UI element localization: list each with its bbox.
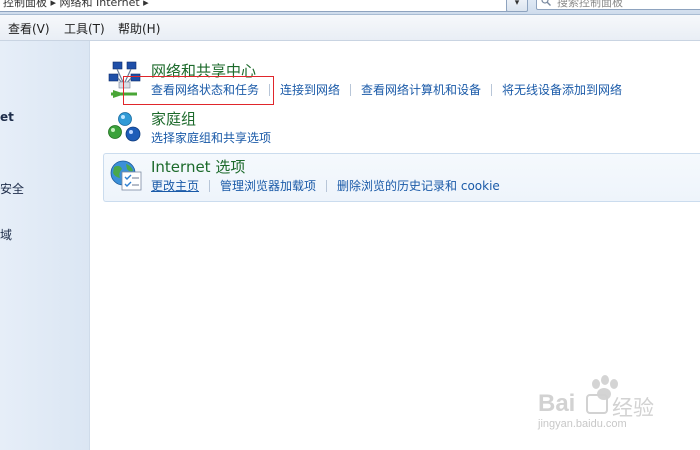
homegroup-icon xyxy=(108,112,141,142)
link-separator xyxy=(209,180,211,192)
annotation-highlight-box xyxy=(123,76,274,105)
menu-bar: 查看(V) 工具(T) 帮助(H) xyxy=(0,15,700,41)
link-homegroup-sharing-options[interactable]: 选择家庭组和共享选项 xyxy=(151,131,271,145)
link-separator xyxy=(350,84,352,96)
address-dropdown-button[interactable]: ▾ xyxy=(506,0,528,12)
search-input[interactable]: 搜索控制面板 xyxy=(536,0,700,10)
baidu-watermark: Bai 经验 jingyan.baidu.com xyxy=(538,374,662,434)
homegroup-title[interactable]: 家庭组 xyxy=(151,108,196,129)
watermark-url: jingyan.baidu.com xyxy=(538,418,627,430)
link-separator xyxy=(326,180,328,192)
link-separator xyxy=(491,84,493,96)
link-view-network-computers[interactable]: 查看网络计算机和设备 xyxy=(361,83,481,97)
internet-options-links: 更改主页 管理浏览器加载项 删除浏览的历史记录和 cookie xyxy=(151,177,500,194)
menu-view[interactable]: 查看(V) xyxy=(8,20,50,37)
watermark-du xyxy=(586,394,608,414)
nav-item-domain[interactable]: 域 xyxy=(0,226,12,243)
link-change-homepage[interactable]: 更改主页 xyxy=(151,179,199,193)
watermark-brand: Bai xyxy=(538,390,576,417)
internet-options-title[interactable]: Internet 选项 xyxy=(151,156,245,177)
menu-tools[interactable]: 工具(T) xyxy=(64,20,105,37)
menu-help[interactable]: 帮助(H) xyxy=(118,20,160,37)
link-manage-addons[interactable]: 管理浏览器加载项 xyxy=(220,179,316,193)
nav-item-security[interactable]: 安全 xyxy=(0,180,24,197)
search-icon xyxy=(541,0,551,6)
link-connect-to-network[interactable]: 连接到网络 xyxy=(280,83,340,97)
internet-options-icon xyxy=(110,160,142,191)
left-nav-pane: et 安全 域 xyxy=(0,41,90,450)
address-bar-strip: 控制面板 ▸ 网络和 Internet ▸ ▾ 搜索控制面板 xyxy=(0,0,700,15)
homegroup-links: 选择家庭组和共享选项 xyxy=(151,129,271,146)
link-delete-browsing-history[interactable]: 删除浏览的历史记录和 cookie xyxy=(337,179,500,193)
group-internet-options: Internet 选项 更改主页 管理浏览器加载项 删除浏览的历史记录和 cooki… xyxy=(103,153,700,202)
link-add-wireless-device[interactable]: 将无线设备添加到网络 xyxy=(502,83,622,97)
address-input[interactable]: 控制面板 ▸ 网络和 Internet ▸ xyxy=(0,0,508,12)
group-homegroup: 家庭组 选择家庭组和共享选项 xyxy=(103,106,700,152)
nav-item-internet[interactable]: et xyxy=(0,110,14,124)
